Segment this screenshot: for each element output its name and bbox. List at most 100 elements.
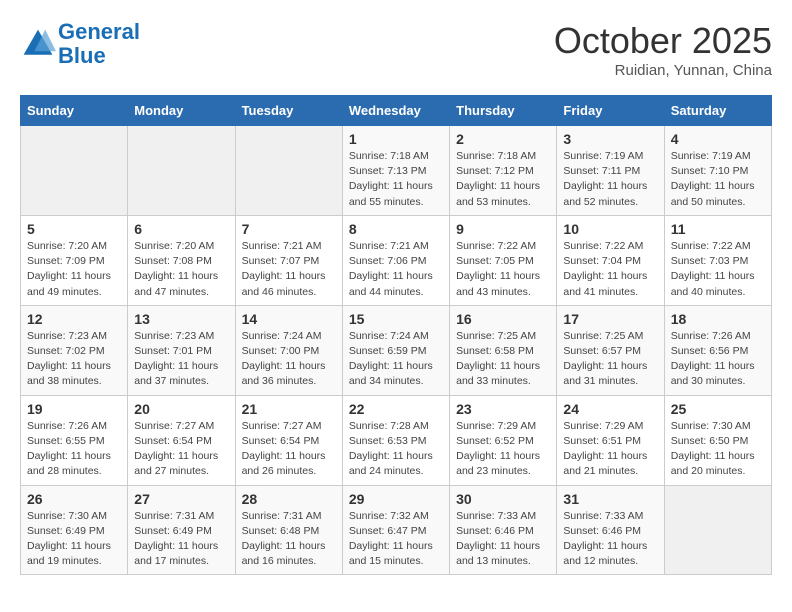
day-info: Sunrise: 7:21 AM Sunset: 7:07 PM Dayligh…	[242, 239, 336, 300]
day-info: Sunrise: 7:25 AM Sunset: 6:58 PM Dayligh…	[456, 329, 550, 390]
month-title: October 2025	[554, 20, 772, 62]
day-info: Sunrise: 7:23 AM Sunset: 7:01 PM Dayligh…	[134, 329, 228, 390]
day-number: 13	[134, 311, 228, 327]
logo: General Blue	[20, 20, 140, 68]
calendar-cell	[21, 126, 128, 216]
calendar-cell	[128, 126, 235, 216]
calendar-cell: 20 Sunrise: 7:27 AM Sunset: 6:54 PM Dayli…	[128, 395, 235, 485]
day-info: Sunrise: 7:32 AM Sunset: 6:47 PM Dayligh…	[349, 509, 443, 570]
day-info: Sunrise: 7:30 AM Sunset: 6:49 PM Dayligh…	[27, 509, 121, 570]
calendar-cell: 25Sunrise: 7:30 AM Sunset: 6:50 PM Dayli…	[664, 395, 771, 485]
day-info: Sunrise: 7:31 AM Sunset: 6:49 PM Dayligh…	[134, 509, 228, 570]
page-header: General Blue October 2025 Ruidian, Yunna…	[20, 20, 772, 79]
calendar-cell: 30 Sunrise: 7:33 AM Sunset: 6:46 PM Dayli…	[450, 485, 557, 575]
day-number: 10	[563, 221, 657, 237]
calendar-cell: 9 Sunrise: 7:22 AM Sunset: 7:05 PM Daylig…	[450, 215, 557, 305]
day-number: 5	[27, 221, 121, 237]
day-info: Sunrise: 7:20 AM Sunset: 7:09 PM Dayligh…	[27, 239, 121, 300]
day-number: 30	[456, 491, 550, 507]
day-number: 1	[349, 131, 443, 147]
day-number: 6	[134, 221, 228, 237]
calendar-cell: 1 Sunrise: 7:18 AM Sunset: 7:13 PM Daylig…	[342, 126, 449, 216]
day-info: Sunrise: 7:33 AM Sunset: 6:46 PM Dayligh…	[456, 509, 550, 570]
calendar-cell: 26 Sunrise: 7:30 AM Sunset: 6:49 PM Dayli…	[21, 485, 128, 575]
day-number: 11	[671, 221, 765, 237]
location-subtitle: Ruidian, Yunnan, China	[554, 62, 772, 79]
day-info: Sunrise: 7:20 AM Sunset: 7:08 PM Dayligh…	[134, 239, 228, 300]
day-info: Sunrise: 7:18 AM Sunset: 7:13 PM Dayligh…	[349, 149, 443, 210]
calendar-cell: 15 Sunrise: 7:24 AM Sunset: 6:59 PM Dayli…	[342, 305, 449, 395]
day-number: 8	[349, 221, 443, 237]
day-info: Sunrise: 7:30 AM Sunset: 6:50 PM Dayligh…	[671, 419, 765, 480]
day-number: 15	[349, 311, 443, 327]
day-number: 7	[242, 221, 336, 237]
day-number: 31	[563, 491, 657, 507]
day-number: 26	[27, 491, 121, 507]
day-info: Sunrise: 7:18 AM Sunset: 7:12 PM Dayligh…	[456, 149, 550, 210]
calendar-cell: 24 Sunrise: 7:29 AM Sunset: 6:51 PM Dayli…	[557, 395, 664, 485]
day-info: Sunrise: 7:26 AM Sunset: 6:56 PM Dayligh…	[671, 329, 765, 390]
calendar-cell	[235, 126, 342, 216]
day-info: Sunrise: 7:24 AM Sunset: 7:00 PM Dayligh…	[242, 329, 336, 390]
calendar-cell: 28Sunrise: 7:31 AM Sunset: 6:48 PM Dayli…	[235, 485, 342, 575]
day-info: Sunrise: 7:22 AM Sunset: 7:05 PM Dayligh…	[456, 239, 550, 300]
calendar-cell: 19Sunrise: 7:26 AM Sunset: 6:55 PM Dayli…	[21, 395, 128, 485]
calendar-cell: 5 Sunrise: 7:20 AM Sunset: 7:09 PM Daylig…	[21, 215, 128, 305]
day-number: 29	[349, 491, 443, 507]
day-info: Sunrise: 7:23 AM Sunset: 7:02 PM Dayligh…	[27, 329, 121, 390]
calendar-cell: 10 Sunrise: 7:22 AM Sunset: 7:04 PM Dayli…	[557, 215, 664, 305]
day-info: Sunrise: 7:27 AM Sunset: 6:54 PM Dayligh…	[134, 419, 228, 480]
logo-icon	[20, 26, 56, 62]
calendar-table: SundayMondayTuesdayWednesdayThursdayFrid…	[20, 95, 772, 575]
day-number: 3	[563, 131, 657, 147]
calendar-cell: 22 Sunrise: 7:28 AM Sunset: 6:53 PM Dayli…	[342, 395, 449, 485]
day-number: 18	[671, 311, 765, 327]
weekday-header-sunday: Sunday	[21, 96, 128, 126]
day-number: 17	[563, 311, 657, 327]
weekday-header-thursday: Thursday	[450, 96, 557, 126]
calendar-cell: 16 Sunrise: 7:25 AM Sunset: 6:58 PM Dayli…	[450, 305, 557, 395]
calendar-cell: 27Sunrise: 7:31 AM Sunset: 6:49 PM Dayli…	[128, 485, 235, 575]
calendar-cell: 18 Sunrise: 7:26 AM Sunset: 6:56 PM Dayli…	[664, 305, 771, 395]
calendar-cell: 23Sunrise: 7:29 AM Sunset: 6:52 PM Dayli…	[450, 395, 557, 485]
calendar-cell	[664, 485, 771, 575]
day-number: 23	[456, 401, 550, 417]
calendar-cell: 12 Sunrise: 7:23 AM Sunset: 7:02 PM Dayli…	[21, 305, 128, 395]
day-number: 12	[27, 311, 121, 327]
day-info: Sunrise: 7:28 AM Sunset: 6:53 PM Dayligh…	[349, 419, 443, 480]
weekday-header-friday: Friday	[557, 96, 664, 126]
title-block: October 2025 Ruidian, Yunnan, China	[554, 20, 772, 79]
weekday-header-saturday: Saturday	[664, 96, 771, 126]
calendar-cell: 21 Sunrise: 7:27 AM Sunset: 6:54 PM Dayli…	[235, 395, 342, 485]
day-info: Sunrise: 7:33 AM Sunset: 6:46 PM Dayligh…	[563, 509, 657, 570]
calendar-cell: 8 Sunrise: 7:21 AM Sunset: 7:06 PM Daylig…	[342, 215, 449, 305]
calendar-cell: 2 Sunrise: 7:18 AM Sunset: 7:12 PM Daylig…	[450, 126, 557, 216]
week-row-3: 12 Sunrise: 7:23 AM Sunset: 7:02 PM Dayli…	[21, 305, 772, 395]
day-number: 24	[563, 401, 657, 417]
calendar-cell: 29 Sunrise: 7:32 AM Sunset: 6:47 PM Dayli…	[342, 485, 449, 575]
day-number: 9	[456, 221, 550, 237]
day-number: 14	[242, 311, 336, 327]
day-info: Sunrise: 7:19 AM Sunset: 7:10 PM Dayligh…	[671, 149, 765, 210]
day-number: 28	[242, 491, 336, 507]
day-info: Sunrise: 7:29 AM Sunset: 6:51 PM Dayligh…	[563, 419, 657, 480]
day-info: Sunrise: 7:19 AM Sunset: 7:11 PM Dayligh…	[563, 149, 657, 210]
weekday-header-monday: Monday	[128, 96, 235, 126]
day-info: Sunrise: 7:21 AM Sunset: 7:06 PM Dayligh…	[349, 239, 443, 300]
calendar-cell: 11 Sunrise: 7:22 AM Sunset: 7:03 PM Dayli…	[664, 215, 771, 305]
day-number: 21	[242, 401, 336, 417]
week-row-2: 5 Sunrise: 7:20 AM Sunset: 7:09 PM Daylig…	[21, 215, 772, 305]
day-number: 20	[134, 401, 228, 417]
day-info: Sunrise: 7:22 AM Sunset: 7:04 PM Dayligh…	[563, 239, 657, 300]
day-number: 22	[349, 401, 443, 417]
calendar-cell: 13 Sunrise: 7:23 AM Sunset: 7:01 PM Dayli…	[128, 305, 235, 395]
day-info: Sunrise: 7:27 AM Sunset: 6:54 PM Dayligh…	[242, 419, 336, 480]
day-number: 16	[456, 311, 550, 327]
week-row-5: 26 Sunrise: 7:30 AM Sunset: 6:49 PM Dayli…	[21, 485, 772, 575]
day-number: 2	[456, 131, 550, 147]
day-info: Sunrise: 7:22 AM Sunset: 7:03 PM Dayligh…	[671, 239, 765, 300]
day-info: Sunrise: 7:24 AM Sunset: 6:59 PM Dayligh…	[349, 329, 443, 390]
weekday-header-tuesday: Tuesday	[235, 96, 342, 126]
day-info: Sunrise: 7:25 AM Sunset: 6:57 PM Dayligh…	[563, 329, 657, 390]
day-number: 4	[671, 131, 765, 147]
